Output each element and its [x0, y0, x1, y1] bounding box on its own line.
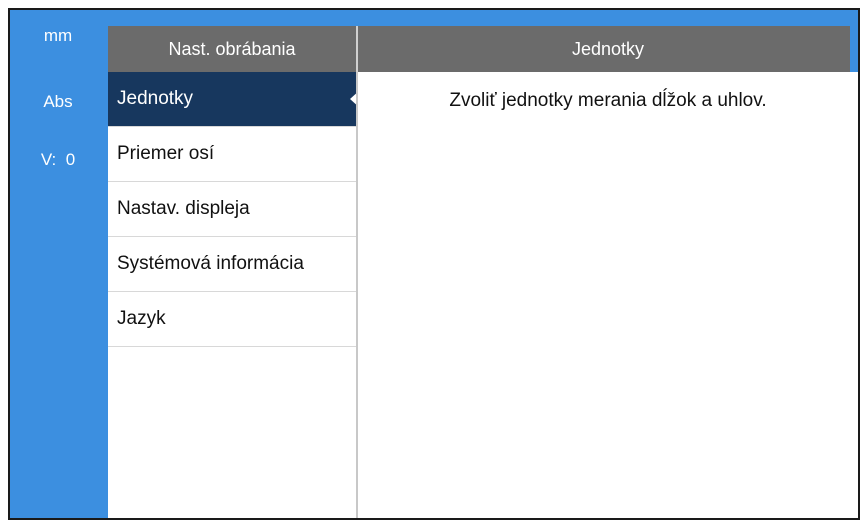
menu-item-jednotky[interactable]: Jednotky	[108, 72, 360, 127]
content-panel: Jednotky Zvoliť jednotky merania dĺžok a…	[358, 26, 858, 518]
feed-indicator[interactable]: V: 0	[10, 150, 106, 170]
content-header: Jednotky	[358, 26, 858, 72]
mode-indicator[interactable]: Abs	[10, 92, 106, 112]
content-description: Zvoliť jednotky merania dĺžok a uhlov.	[449, 90, 767, 111]
menu-list: Jednotky Priemer osí Nastav. displeja Sy…	[108, 72, 360, 347]
settings-menu: Nast. obrábania Jednotky Priemer osí Nas…	[108, 26, 360, 518]
header-edge	[850, 26, 858, 72]
menu-item-label: Jazyk	[117, 308, 166, 329]
menu-item-label: Priemer osí	[117, 143, 215, 164]
menu-header: Nast. obrábania	[108, 26, 358, 72]
menu-item-label: Jednotky	[117, 88, 194, 109]
app-window: mm Abs V: 0 Nast. obrábania Jednotky Pri…	[8, 8, 860, 520]
menu-item-label: Systémová informácia	[117, 253, 304, 274]
menu-item-nastav-displeja[interactable]: Nastav. displeja	[108, 182, 358, 237]
menu-item-label: Nastav. displeja	[117, 198, 250, 219]
status-bar: mm Abs V: 0	[10, 10, 106, 518]
feed-label: V:	[40, 150, 57, 169]
units-indicator[interactable]: mm	[10, 26, 106, 46]
menu-item-priemer-osi[interactable]: Priemer osí	[108, 127, 358, 182]
feed-value: 0	[65, 150, 76, 169]
menu-item-jazyk[interactable]: Jazyk	[108, 292, 358, 347]
menu-item-systemova-informacia[interactable]: Systémová informácia	[108, 237, 358, 292]
